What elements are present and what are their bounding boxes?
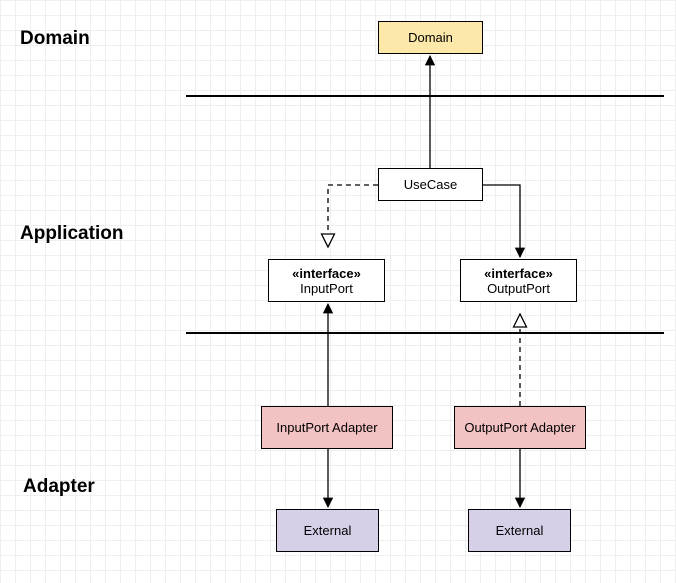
divider-domain-app [186,95,664,97]
external-left-label: External [304,523,352,538]
divider-app-adapter [186,332,664,334]
box-outputadapter: OutputPort Adapter [454,406,586,449]
outputadapter-label: OutputPort Adapter [464,420,575,435]
outputport-stereo: «interface» [484,266,553,281]
box-inputport: «interface» InputPort [268,259,385,302]
inputadapter-label: InputPort Adapter [276,420,377,435]
layer-label-adapter: Adapter [23,476,95,498]
box-external-left: External [276,509,379,552]
outputport-name: OutputPort [487,281,550,296]
box-domain: Domain [378,21,483,54]
inputport-stereo: «interface» [292,266,361,281]
box-usecase-label: UseCase [404,177,457,192]
layer-label-domain: Domain [20,28,90,50]
layer-label-application: Application [20,223,123,245]
box-usecase: UseCase [378,168,483,201]
box-inputadapter: InputPort Adapter [261,406,393,449]
edge-usecase-realizes-inputport [328,185,378,247]
external-right-label: External [496,523,544,538]
edge-usecase-to-outputport [483,185,520,257]
box-domain-label: Domain [408,30,453,45]
box-external-right: External [468,509,571,552]
box-outputport: «interface» OutputPort [460,259,577,302]
inputport-name: InputPort [300,281,353,296]
